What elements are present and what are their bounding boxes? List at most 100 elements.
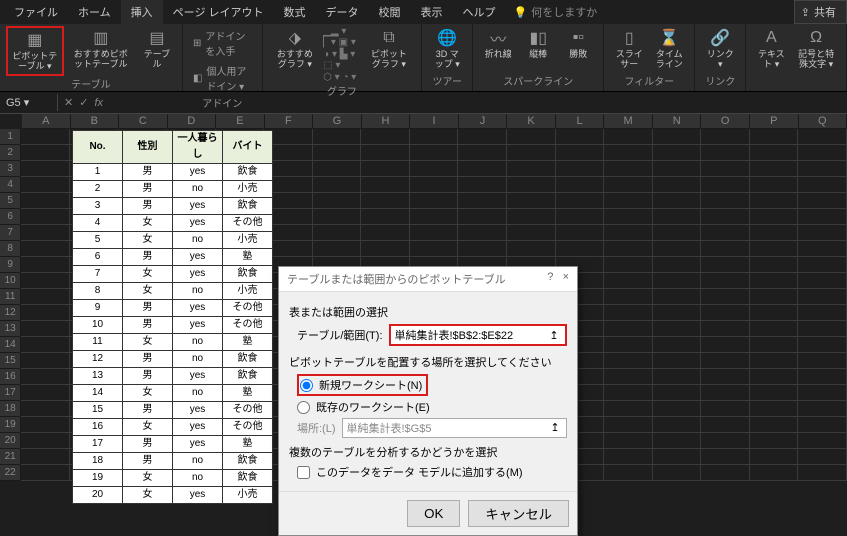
table-cell[interactable]: 飲食 [223,469,273,486]
cell[interactable] [604,225,653,241]
cell[interactable] [21,385,70,401]
row-header[interactable]: 4 [0,177,21,193]
tab-file[interactable]: ファイル [4,0,68,24]
table-cell[interactable]: 15 [73,401,123,418]
cell[interactable] [604,305,653,321]
cell[interactable] [21,401,70,417]
sparkline-line-button[interactable]: 〰折れ線 [479,26,517,62]
cell[interactable] [798,225,847,241]
sparkline-col-button[interactable]: ▮▯縦棒 [519,26,557,62]
text-button[interactable]: Aテキスト ▾ [752,26,790,72]
dialog-close-icon[interactable]: × [563,271,569,283]
addins-mine-button[interactable]: ◧個人用アドイン ▾ [189,61,256,95]
row-header[interactable]: 12 [0,305,21,321]
cell[interactable] [701,449,750,465]
table-cell[interactable]: 女 [123,214,173,231]
table-cell[interactable]: 女 [123,231,173,248]
cell[interactable] [361,225,410,241]
table-cell[interactable]: no [173,282,223,299]
table-cell[interactable]: 女 [123,469,173,486]
table-cell[interactable]: 7 [73,265,123,282]
spreadsheet-grid[interactable]: ABCDEFGHIJKLMNOPQ 1234567891011121314151… [0,114,847,481]
row-header[interactable]: 7 [0,225,21,241]
cell[interactable] [750,337,799,353]
table-cell[interactable]: 16 [73,418,123,435]
cell[interactable] [604,145,653,161]
cell[interactable] [458,177,507,193]
cell[interactable] [458,225,507,241]
table-cell[interactable]: 飲食 [223,197,273,214]
cell[interactable] [458,209,507,225]
data-model-checkbox[interactable] [297,466,310,479]
table-cell[interactable]: yes [173,367,223,384]
cell[interactable] [604,337,653,353]
cell[interactable] [21,369,70,385]
symbols-button[interactable]: Ω記号と特殊文字 ▾ [792,26,840,72]
cell[interactable] [701,193,750,209]
cell[interactable] [21,209,70,225]
cell[interactable] [458,145,507,161]
table-cell[interactable]: 13 [73,367,123,384]
cell[interactable] [410,161,459,177]
table-cell[interactable]: 11 [73,333,123,350]
table-cell[interactable]: yes [173,197,223,214]
row-header[interactable]: 18 [0,401,21,417]
timeline-button[interactable]: ⌛タイムライン [650,26,688,72]
cell[interactable] [21,353,70,369]
cell[interactable] [798,241,847,257]
cell[interactable] [21,321,70,337]
cell[interactable] [750,417,799,433]
row-header[interactable]: 1 [0,129,21,145]
table-cell[interactable]: yes [173,248,223,265]
range-input[interactable]: 単純集計表!$B$2:$E$22 ↥ [389,324,568,346]
cell[interactable] [701,257,750,273]
cell[interactable] [653,337,702,353]
cell[interactable] [750,433,799,449]
cell[interactable] [21,241,70,257]
cell[interactable] [653,193,702,209]
row-header[interactable]: 21 [0,449,21,465]
cell[interactable] [21,257,70,273]
table-cell[interactable]: yes [173,435,223,452]
cell[interactable] [604,193,653,209]
cell[interactable] [410,129,459,145]
table-cell[interactable]: 12 [73,350,123,367]
table-cell[interactable]: 6 [73,248,123,265]
cell[interactable] [750,225,799,241]
fx-icon[interactable]: fx [94,97,103,109]
row-header[interactable]: 10 [0,273,21,289]
cell[interactable] [701,225,750,241]
column-header[interactable]: H [362,114,411,129]
cell[interactable] [604,129,653,145]
cell[interactable] [604,401,653,417]
cell[interactable] [798,433,847,449]
cell[interactable] [313,241,362,257]
cell[interactable] [798,417,847,433]
cell[interactable] [750,257,799,273]
cell[interactable] [750,449,799,465]
range-picker-icon[interactable]: ↥ [547,328,561,342]
cell[interactable] [653,369,702,385]
cell[interactable] [701,129,750,145]
cell[interactable] [701,353,750,369]
cell[interactable] [21,161,70,177]
cell[interactable] [313,161,362,177]
cell[interactable] [653,465,702,481]
table-cell[interactable]: no [173,452,223,469]
cell[interactable] [458,129,507,145]
cell[interactable] [313,225,362,241]
table-cell[interactable]: その他 [223,316,273,333]
table-cell[interactable]: 9 [73,299,123,316]
enter-formula-icon[interactable]: ✓ [79,96,88,109]
table-cell[interactable]: 小売 [223,231,273,248]
cell[interactable] [604,465,653,481]
cell[interactable] [410,209,459,225]
table-cell[interactable]: 小売 [223,282,273,299]
cell[interactable] [653,385,702,401]
cell[interactable] [798,161,847,177]
table-cell[interactable]: その他 [223,401,273,418]
cell[interactable] [410,225,459,241]
tab-formulas[interactable]: 数式 [274,0,316,24]
chart-type-row3[interactable]: ⬡ ▾ ◔ ▾ [323,72,360,83]
table-cell[interactable]: 男 [123,299,173,316]
